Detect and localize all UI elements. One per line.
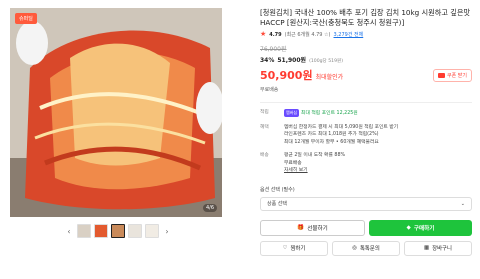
- free-shipping-text: 무료배송: [260, 87, 279, 93]
- option-select[interactable]: 상품 선택 ⌄: [260, 196, 472, 211]
- sale-price: 50,900원 최대할인가: [260, 67, 343, 83]
- review-count-link[interactable]: 3,279건 전체: [334, 31, 364, 38]
- rating-meta: (최근 6개월 4.79 ☆): [284, 32, 331, 38]
- heart-icon: ♡: [282, 245, 288, 251]
- thumbnail-2[interactable]: [94, 224, 108, 238]
- chat-icon: ◎: [352, 245, 357, 251]
- inquiry-button[interactable]: ◎ 톡톡문의: [332, 240, 400, 256]
- cart-label: 장바구니: [432, 246, 452, 252]
- gift-button[interactable]: 🎁 선물하기: [260, 219, 365, 236]
- buy-button[interactable]: ◆ 구매하기: [369, 219, 472, 236]
- point-text[interactable]: 최대 적립 포인트 12,225원: [301, 111, 358, 116]
- option-label: 옵션 선택 (필수): [260, 186, 295, 193]
- product-main-image[interactable]: 슈퍼딜 4/6: [10, 8, 222, 217]
- delivery-key: 배송: [260, 153, 269, 158]
- thumbnail-1[interactable]: [77, 224, 91, 238]
- buy-label: 구매하기: [413, 225, 435, 232]
- product-info-panel: [청원김치] 국내산 100% 배추 포기 김장 김치 10kg 시원하고 깊은…: [260, 8, 472, 256]
- benefit-line: 라인프렌즈 카드 최대 1,018원 추가 적립(2%): [284, 132, 379, 137]
- thumbnail-strip: ‹ ›: [64, 223, 172, 239]
- like-label: 찜하기: [290, 246, 306, 252]
- unit-price-note: (100g당 519원): [309, 59, 344, 64]
- benefit-key: 혜택: [260, 124, 269, 130]
- coupon-label: 쿠폰 받기: [447, 72, 467, 79]
- gift-label: 선물하기: [307, 225, 328, 232]
- discount-price: 51,900원: [277, 57, 307, 64]
- benefit-list: 멤버십 한정카드 결제 시 최대 5,090원 적립 포인트 받기 라인프렌즈 …: [284, 124, 398, 147]
- gift-icon: 🎁: [297, 224, 305, 231]
- divider: [260, 102, 472, 103]
- membership-badge: 멤버십: [284, 109, 300, 117]
- delivery-list: 평균 2일 이내 도착 확률 88% 무료배송 자세히 보기: [284, 152, 345, 175]
- discount-line: 34% 51,900원 (100g당 519원): [260, 55, 472, 64]
- sale-price-value: 50,900원: [260, 69, 313, 82]
- superdeal-badge: 슈퍼딜: [15, 13, 37, 24]
- benefit-row: 혜택 멤버십 한정카드 결제 시 최대 5,090원 적립 포인트 받기 라인프…: [260, 124, 472, 147]
- image-counter: 4/6: [202, 204, 217, 212]
- delivery-line: 평균 2일 이내 도착 확률 88%: [284, 153, 346, 158]
- cart-icon: ▦: [424, 245, 430, 251]
- benefit-line: 최대 12개월 무이자 할부 • 60개월 혜택불러요: [284, 139, 379, 145]
- like-button[interactable]: ♡ 찜하기: [260, 240, 328, 256]
- rating-score: 4.79: [269, 31, 282, 38]
- coupon-button[interactable]: 쿠폰 받기: [433, 68, 472, 82]
- cart-button[interactable]: ▦ 장바구니: [404, 240, 472, 256]
- point-row: 적립 멤버십 최대 적립 포인트 12,225원: [260, 109, 472, 118]
- thumb-next-arrow-icon[interactable]: ›: [162, 227, 172, 236]
- sale-price-label: 최대할인가: [315, 74, 344, 81]
- product-title: [청원김치] 국내산 100% 배추 포기 김장 김치 10kg 시원하고 깊은…: [260, 8, 471, 27]
- thumbnail-4[interactable]: [128, 224, 142, 238]
- discount-percent: 34%: [260, 57, 275, 64]
- thumbnail-5[interactable]: [145, 224, 159, 238]
- delivery-detail-link[interactable]: 자세히 보기: [284, 167, 345, 175]
- option-select-value: 상품 선택: [267, 201, 287, 207]
- benefit-line: 멤버십 한정카드 결제 시 최대 5,090원 적립 포인트 받기: [284, 124, 399, 130]
- secondary-actions: ♡ 찜하기 ◎ 톡톡문의 ▦ 장바구니: [260, 240, 472, 256]
- kimchi-photo: [10, 8, 222, 217]
- primary-actions: 🎁 선물하기 ◆ 구매하기: [260, 219, 472, 236]
- point-value: 멤버십 최대 적립 포인트 12,225원: [284, 109, 358, 118]
- delivery-line: 무료배송: [284, 160, 302, 166]
- star-icon: ★: [260, 30, 267, 38]
- sale-price-row: 50,900원 최대할인가 쿠폰 받기: [260, 67, 472, 83]
- thumbnail-3[interactable]: [111, 224, 125, 238]
- thumb-prev-arrow-icon[interactable]: ‹: [64, 227, 74, 236]
- buy-icon: ◆: [406, 224, 411, 231]
- point-key: 적립: [260, 110, 269, 115]
- coupon-icon: [438, 72, 445, 78]
- inquiry-label: 톡톡문의: [359, 246, 380, 252]
- chevron-down-icon: ⌄: [460, 200, 465, 207]
- delivery-row: 배송 평균 2일 이내 도착 확률 88% 무료배송 자세히 보기: [260, 152, 472, 175]
- original-price: 76,900원: [260, 46, 287, 53]
- rating-row: ★ 4.79 (최근 6개월 4.79 ☆) 3,279건 전체: [260, 30, 472, 39]
